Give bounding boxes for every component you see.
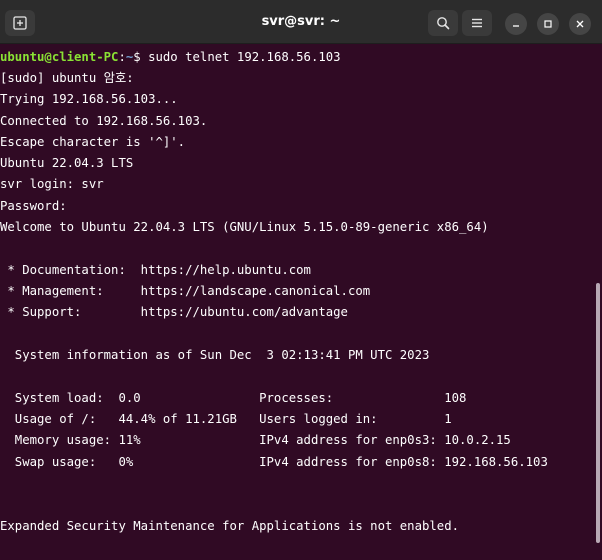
minimize-icon <box>513 25 519 27</box>
prompt-separator: : <box>118 50 126 64</box>
prompt-user-host: ubuntu@client-PC <box>0 50 119 64</box>
close-icon <box>576 20 584 28</box>
maximize-button[interactable] <box>537 13 559 35</box>
terminal-line: Trying 192.168.56.103... <box>0 92 178 106</box>
terminal-line: System information as of Sun Dec 3 02:13… <box>0 348 430 362</box>
terminal-line: Usage of /: 44.4% of 11.21GB Users logge… <box>0 412 452 426</box>
search-button[interactable] <box>428 10 458 36</box>
terminal-line: System load: 0.0 Processes: 108 <box>0 391 467 405</box>
search-icon <box>437 17 450 30</box>
minimize-button[interactable] <box>505 13 527 35</box>
terminal-line: Swap usage: 0% IPv4 address for enp0s8: … <box>0 455 548 469</box>
terminal-line: Connected to 192.168.56.103. <box>0 114 208 128</box>
terminal-line: * Management: https://landscape.canonica… <box>0 284 371 298</box>
scrollbar-thumb[interactable] <box>596 283 600 543</box>
terminal-line: Welcome to Ubuntu 22.04.3 LTS (GNU/Linux… <box>0 220 489 234</box>
terminal-line: svr login: svr <box>0 177 104 191</box>
new-tab-icon <box>13 16 27 30</box>
terminal-line: Password: <box>0 199 67 213</box>
terminal-line: * Documentation: https://help.ubuntu.com <box>0 263 311 277</box>
terminal-line: [sudo] ubuntu 암호: <box>0 71 134 85</box>
terminal-output[interactable]: ubuntu@client-PC:~$ sudo telnet 192.168.… <box>0 46 594 560</box>
hamburger-menu-icon <box>472 18 482 28</box>
terminal-line: Ubuntu 22.04.3 LTS <box>0 156 134 170</box>
terminal-line: Expanded Security Maintenance for Applic… <box>0 519 460 533</box>
new-tab-button[interactable] <box>5 10 35 36</box>
prompt-line: ubuntu@client-PC:~$ sudo telnet 192.168.… <box>0 49 341 66</box>
terminal-line: * Support: https://ubuntu.com/advantage <box>0 305 348 319</box>
menu-button[interactable] <box>462 10 492 36</box>
close-button[interactable] <box>569 13 591 35</box>
header-bar: svr@svr: ~ <box>0 0 602 44</box>
prompt-command: sudo telnet 192.168.56.103 <box>140 50 341 64</box>
terminal-line: Escape character is '^]'. <box>0 135 186 149</box>
prompt-symbol: $ <box>133 50 141 64</box>
maximize-icon <box>544 20 552 28</box>
terminal-line: Memory usage: 11% IPv4 address for enp0s… <box>0 433 511 447</box>
